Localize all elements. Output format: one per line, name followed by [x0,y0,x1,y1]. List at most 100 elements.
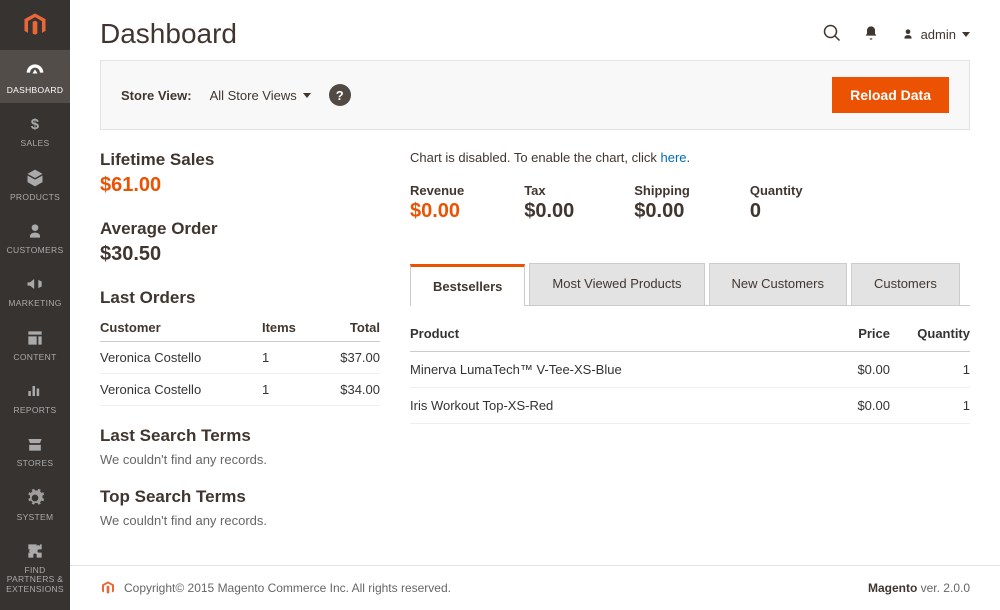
col-items: Items [262,314,316,342]
puzzle-icon [24,540,46,562]
nav-label: SYSTEM [17,513,54,522]
footer-version: ver. 2.0.0 [917,581,970,595]
cell-price: $0.00 [810,388,890,424]
bell-icon[interactable] [863,25,879,44]
store-view-label: Store View: [121,88,192,103]
bestsellers-table: Product Price Quantity Minerva LumaTech™… [410,316,970,424]
footer-brand: Magento [868,581,917,595]
nav-reports[interactable]: REPORTS [0,370,70,423]
chart-icon [24,380,46,402]
admin-username: admin [921,27,956,42]
col-customer: Customer [100,314,262,342]
revenue-label: Revenue [410,183,464,198]
last-orders-table: Customer Items Total Veronica Costello 1… [100,314,380,406]
nav-customers[interactable]: CUSTOMERS [0,210,70,263]
megaphone-icon [24,273,46,295]
cell-total: $37.00 [316,342,380,374]
chart-notice-pre: Chart is disabled. To enable the chart, … [410,150,661,165]
chart-enable-link[interactable]: here [661,150,687,165]
nav-label: CONTENT [13,353,56,362]
magento-logo[interactable] [0,0,70,50]
col-quantity: Quantity [890,316,970,352]
col-product: Product [410,316,810,352]
tab-bestsellers[interactable]: Bestsellers [410,264,525,306]
lifetime-sales-value: $61.00 [100,174,380,197]
copyright: Copyright© 2015 Magento Commerce Inc. Al… [124,581,451,595]
table-row[interactable]: Iris Workout Top-XS-Red $0.00 1 [410,388,970,424]
nav-partners[interactable]: FIND PARTNERS & EXTENSIONS [0,530,70,602]
last-orders-title: Last Orders [100,288,380,308]
nav-label: REPORTS [13,406,56,415]
cell-customer: Veronica Costello [100,374,262,406]
tab-most-viewed[interactable]: Most Viewed Products [529,263,704,305]
chevron-down-icon [962,32,970,37]
user-icon [901,27,915,41]
nav-label: STORES [17,459,54,468]
revenue-value: $0.00 [410,200,464,223]
person-icon [24,220,46,242]
nav-stores[interactable]: STORES [0,423,70,476]
table-row[interactable]: Minerva LumaTech™ V-Tee-XS-Blue $0.00 1 [410,352,970,388]
nav-label: SALES [21,139,50,148]
svg-text:$: $ [31,116,40,133]
quantity-value: 0 [750,200,803,223]
average-order-title: Average Order [100,219,380,239]
help-icon[interactable]: ? [329,84,351,106]
nav-label: CUSTOMERS [7,246,64,255]
lifetime-sales-title: Lifetime Sales [100,150,380,170]
top-search-empty: We couldn't find any records. [100,513,380,528]
layout-icon [24,327,46,349]
page-title: Dashboard [100,18,237,50]
store-view-select[interactable]: All Store Views [210,88,311,103]
sidebar: DASHBOARD $ SALES PRODUCTS CUSTOMERS MAR… [0,0,70,610]
table-row[interactable]: Veronica Costello 1 $37.00 [100,342,380,374]
dollar-icon: $ [24,113,46,135]
reload-button[interactable]: Reload Data [832,77,949,113]
last-search-title: Last Search Terms [100,426,380,446]
cell-product: Iris Workout Top-XS-Red [410,388,810,424]
tabs: Bestsellers Most Viewed Products New Cus… [410,263,970,306]
shipping-value: $0.00 [634,200,690,223]
gauge-icon [24,60,46,82]
cell-price: $0.00 [810,352,890,388]
nav-label: DASHBOARD [7,86,64,95]
chart-notice: Chart is disabled. To enable the chart, … [410,150,970,165]
cell-qty: 1 [890,388,970,424]
nav-marketing[interactable]: MARKETING [0,263,70,316]
cell-items: 1 [262,342,316,374]
cell-total: $34.00 [316,374,380,406]
toolbar: Store View: All Store Views ? Reload Dat… [100,60,970,130]
nav-content[interactable]: CONTENT [0,317,70,370]
shipping-label: Shipping [634,183,690,198]
average-order-value: $30.50 [100,243,380,266]
nav-label: PRODUCTS [10,193,60,202]
admin-menu[interactable]: admin [901,27,970,42]
nav-system[interactable]: SYSTEM [0,477,70,530]
cell-product: Minerva LumaTech™ V-Tee-XS-Blue [410,352,810,388]
tax-label: Tax [524,183,574,198]
chart-notice-post: . [687,150,691,165]
tax-value: $0.00 [524,200,574,223]
tab-customers[interactable]: Customers [851,263,960,305]
cell-items: 1 [262,374,316,406]
nav-label: MARKETING [8,299,61,308]
box-icon [24,167,46,189]
top-search-title: Top Search Terms [100,487,380,507]
nav-sales[interactable]: $ SALES [0,103,70,156]
nav-products[interactable]: PRODUCTS [0,157,70,210]
col-total: Total [316,314,380,342]
store-view-value: All Store Views [210,88,297,103]
gear-icon [24,487,46,509]
footer: Copyright© 2015 Magento Commerce Inc. Al… [70,565,1000,610]
nav-label: FIND PARTNERS & EXTENSIONS [0,566,70,594]
store-icon [24,433,46,455]
col-price: Price [810,316,890,352]
magento-icon [100,580,116,596]
table-row[interactable]: Veronica Costello 1 $34.00 [100,374,380,406]
search-icon[interactable] [823,24,841,45]
main: Dashboard admin Store View: All Store Vi… [70,0,1000,610]
quantity-label: Quantity [750,183,803,198]
tab-new-customers[interactable]: New Customers [709,263,847,305]
last-search-empty: We couldn't find any records. [100,452,380,467]
nav-dashboard[interactable]: DASHBOARD [0,50,70,103]
